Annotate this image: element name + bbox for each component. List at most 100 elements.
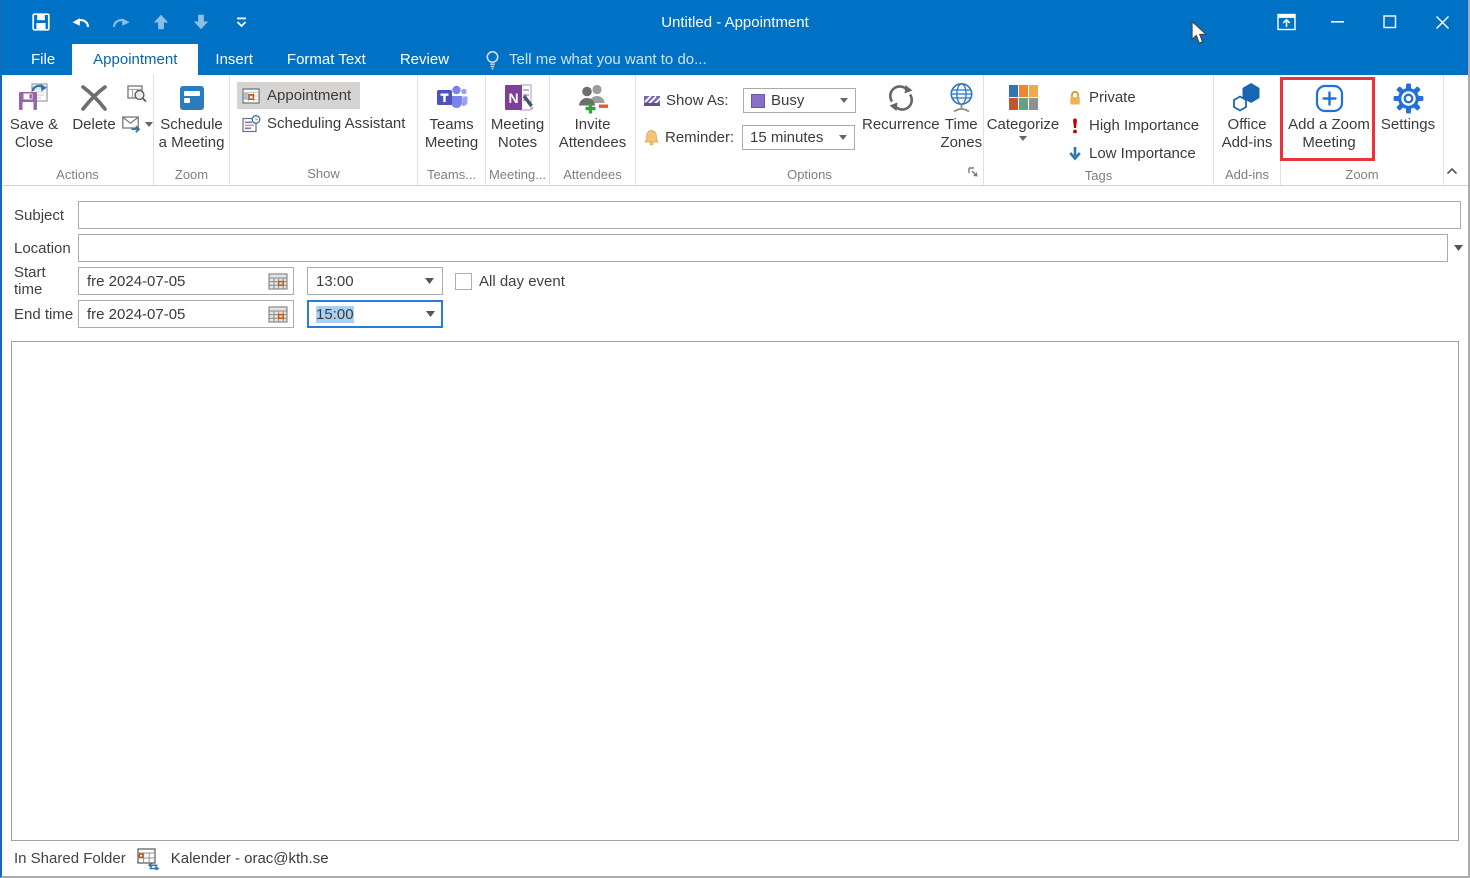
appointment-form: Subject Location Start time fre 2024-07-… [2,186,1468,328]
start-time-input[interactable]: 13:00 [307,267,443,295]
group-label-meeting-notes: Meeting... [486,166,549,185]
invite-attendees-button[interactable]: Invite Attendees [551,75,635,166]
low-importance-button[interactable]: Low Importance [1062,139,1208,167]
tab-review[interactable]: Review [383,44,466,75]
dropdown-caret-icon[interactable] [425,278,434,284]
high-importance-icon [1067,117,1083,134]
teams-meeting-button[interactable]: Teams Meeting [419,75,485,166]
location-input[interactable] [78,234,1448,262]
tell-me-box[interactable]: Tell me what you want to do... [474,44,717,75]
categorize-button[interactable]: Categorize [984,75,1062,166]
appointment-body-editor[interactable] [11,341,1459,841]
reminder-select[interactable]: 15 minutes [742,125,855,150]
private-label: Private [1089,89,1136,106]
window-controls [1260,0,1468,44]
appointment-icon [242,87,261,105]
start-date-input[interactable]: fre 2024-07-05 [78,267,294,295]
categorize-icon [1008,80,1039,116]
tab-file[interactable]: File [14,44,72,75]
group-show: Appointment Scheduling Assistant Show [230,75,418,185]
view-calendar-icon [127,84,147,103]
group-addins: Office Add-ins Add-ins [1214,75,1281,185]
undo-icon [71,12,91,32]
office-addins-button[interactable]: Office Add-ins [1215,75,1279,166]
add-zoom-meeting-label: Add a Zoom Meeting [1281,116,1377,152]
invite-attendees-icon [577,80,609,116]
add-zoom-plus-icon [1313,80,1346,116]
move-down-icon [192,13,210,31]
dropdown-caret-icon [1454,245,1463,251]
high-importance-button[interactable]: High Importance [1062,111,1208,139]
teams-icon [435,80,468,116]
customize-qat-icon [235,16,248,28]
delete-button[interactable]: Delete [66,75,122,166]
customize-qat-button[interactable] [228,9,254,35]
view-in-calendar-button[interactable] [127,84,147,107]
lightbulb-icon [484,50,501,70]
save-close-button[interactable]: Save & Close [2,75,66,166]
close-button[interactable] [1416,0,1468,44]
schedule-meeting-button[interactable]: Schedule a Meeting [155,75,229,166]
group-label-zoom2: Zoom [1281,166,1443,185]
zoom-settings-button[interactable]: Settings [1377,75,1439,166]
show-as-value: Busy [771,92,834,109]
forward-icon [122,116,142,133]
add-zoom-meeting-button[interactable]: Add a Zoom Meeting [1281,75,1377,166]
save-icon [32,13,50,31]
schedule-meeting-label: Schedule a Meeting [155,116,229,152]
low-importance-label: Low Importance [1089,145,1196,162]
end-time-input[interactable]: 15:00 [307,300,443,328]
dialog-launcher-icon [967,166,979,178]
options-dialog-launcher[interactable] [967,165,979,182]
maximize-button[interactable] [1364,0,1416,44]
time-zones-button[interactable]: Time Zones [940,75,983,166]
group-actions: Save & Close Delete [2,75,154,185]
location-dropdown-button[interactable] [1448,245,1468,251]
end-time-label: End time [2,306,78,323]
recurrence-label: Recurrence [862,116,940,134]
show-as-select[interactable]: Busy [743,88,856,113]
meeting-notes-button[interactable]: N Meeting Notes [487,75,549,166]
group-label-addins: Add-ins [1214,166,1280,185]
meeting-notes-label: Meeting Notes [487,116,549,152]
reminder-value: 15 minutes [750,129,833,146]
date-picker-icon[interactable] [268,272,288,291]
private-button[interactable]: Private [1062,83,1208,111]
group-label-show: Show [230,165,417,185]
undo-button[interactable] [68,9,94,35]
dropdown-caret-icon [145,122,153,127]
tab-format-text[interactable]: Format Text [270,44,383,75]
recurrence-icon [885,80,917,116]
quick-access-toolbar [2,9,254,35]
move-down-button[interactable] [188,9,214,35]
show-as-label: Show As: [666,92,738,109]
schedule-meeting-icon [176,80,208,116]
date-picker-icon[interactable] [268,305,288,324]
tab-insert[interactable]: Insert [198,44,270,75]
dropdown-caret-icon[interactable] [426,311,435,317]
ribbon-display-options-button[interactable] [1260,0,1312,44]
show-appointment-button[interactable]: Appointment [237,82,360,109]
forward-button[interactable] [122,116,153,133]
all-day-checkbox[interactable] [455,273,472,290]
move-up-button[interactable] [148,9,174,35]
tab-appointment[interactable]: Appointment [72,44,198,75]
scheduling-assistant-button[interactable]: Scheduling Assistant [237,110,414,137]
zoom-settings-label: Settings [1381,116,1435,134]
redo-icon [111,12,131,32]
redo-button[interactable] [108,9,134,35]
save-close-label: Save & Close [2,116,66,152]
recurrence-button[interactable]: Recurrence [862,75,940,166]
high-importance-label: High Importance [1089,117,1199,134]
collapse-ribbon-button[interactable] [1445,163,1459,180]
office-addins-icon [1231,80,1263,116]
start-time-value: 13:00 [316,273,354,290]
outlook-appointment-window: Untitled - Appointment [0,0,1470,878]
end-date-input[interactable]: fre 2024-07-05 [78,300,294,328]
end-time-value: 15:00 [316,306,354,323]
subject-input[interactable] [78,201,1461,229]
minimize-button[interactable] [1312,0,1364,44]
subject-label: Subject [2,207,78,224]
delete-label: Delete [72,116,115,134]
save-button[interactable] [28,9,54,35]
